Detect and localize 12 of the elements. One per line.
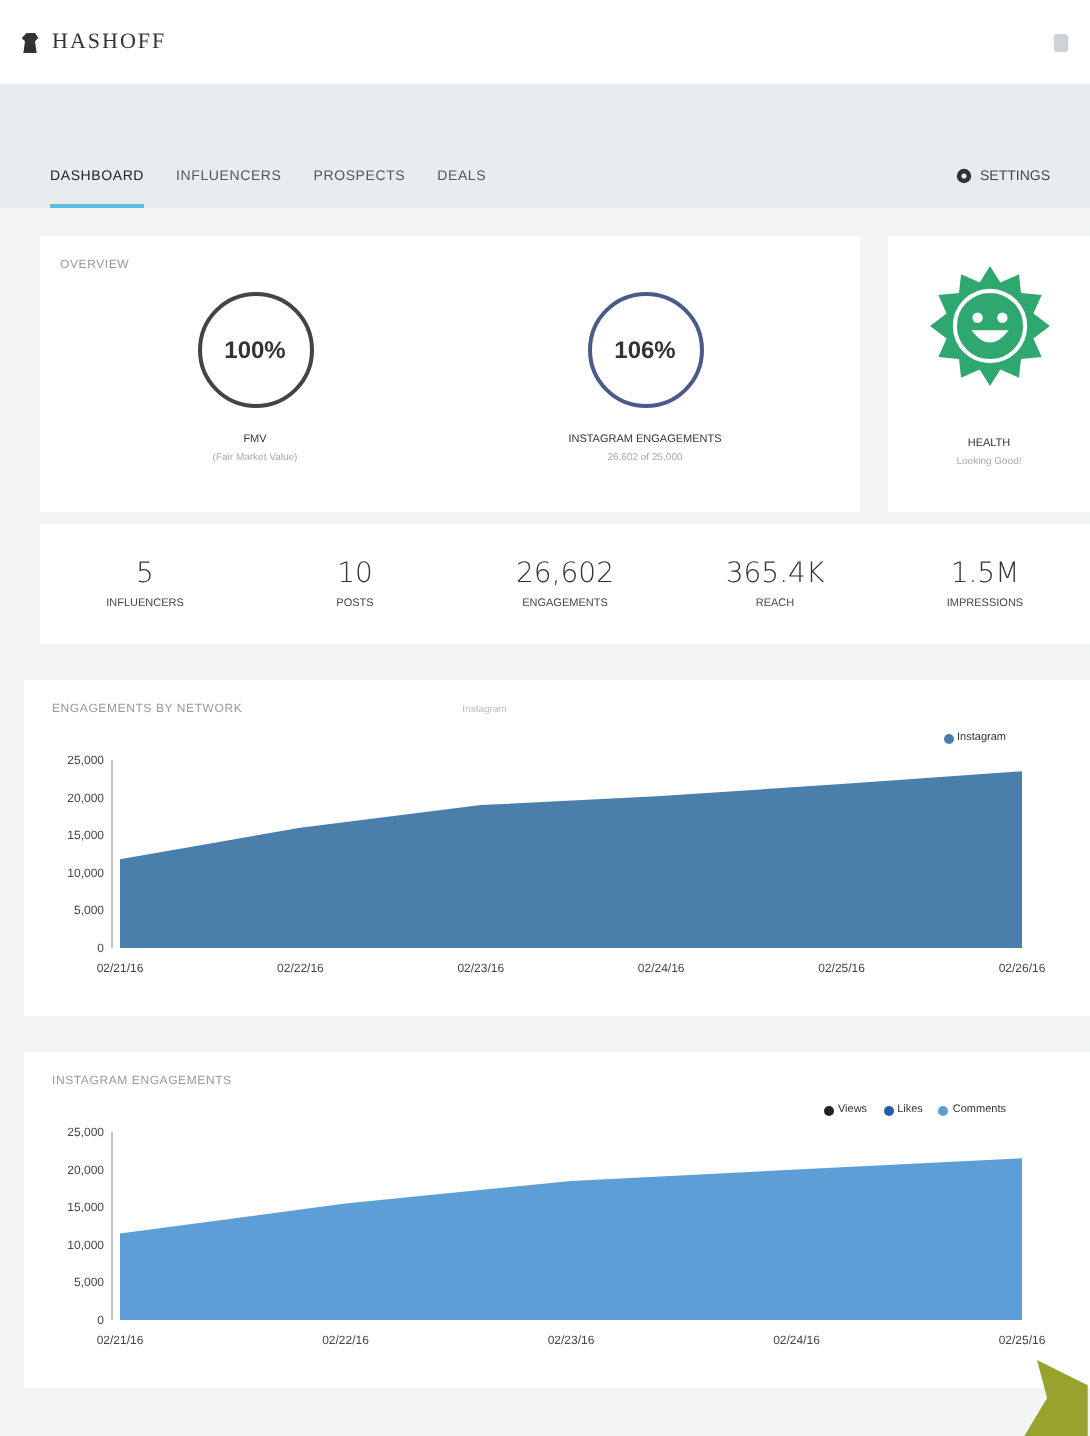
brand-name: HASHOFF xyxy=(52,30,167,54)
percent-ring: 106% xyxy=(587,292,703,408)
gear-icon xyxy=(955,168,972,184)
stat-value: 1.5M xyxy=(950,558,1020,590)
user-icon[interactable] xyxy=(1052,31,1070,53)
logo-icon xyxy=(20,29,40,55)
stat-value: 365.4K xyxy=(725,558,825,590)
stat-value: 5 xyxy=(136,558,154,590)
stat-value: 26,602 xyxy=(516,558,614,590)
stat-value: 10 xyxy=(337,558,373,590)
smiley-badge-icon xyxy=(927,264,1051,388)
percent-ring: 100% xyxy=(197,292,313,408)
